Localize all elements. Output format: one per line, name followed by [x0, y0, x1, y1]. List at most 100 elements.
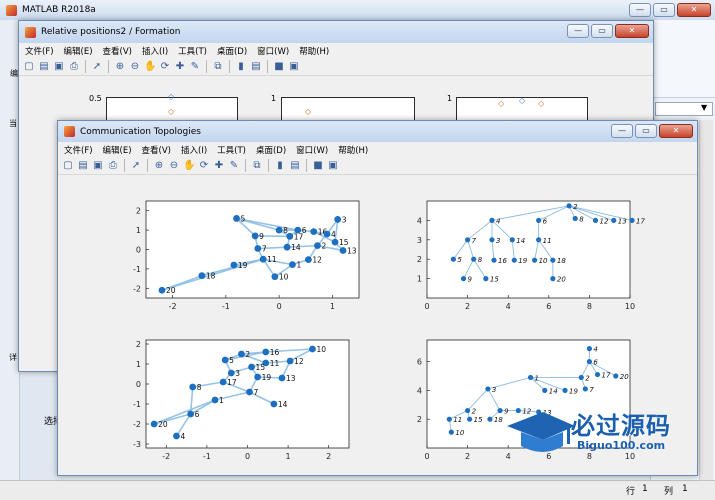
open-file-icon[interactable]: ▤ [77, 160, 89, 172]
comm-maximize-button[interactable]: ▭ [635, 124, 657, 138]
zoom-in-icon[interactable]: ⊕ [153, 160, 165, 172]
zoom-out-icon[interactable]: ⊖ [129, 61, 141, 73]
show-plot-tools-icon[interactable]: ▣ [288, 61, 300, 73]
node-label: 2 [573, 203, 578, 211]
print-icon[interactable]: ⎙ [68, 61, 80, 73]
menu-help[interactable]: 帮助(H) [299, 45, 329, 57]
x-tick-label: 0 [424, 452, 429, 461]
rotate-icon[interactable]: ⟳ [159, 61, 171, 73]
pan-icon[interactable]: ✋ [183, 160, 195, 172]
comm-close-button[interactable]: ✕ [659, 124, 693, 138]
legend-icon[interactable]: ▤ [289, 160, 301, 172]
pointer-icon[interactable]: ➚ [91, 61, 103, 73]
graph-node [509, 237, 515, 243]
toolstrip-area [651, 20, 715, 98]
link-plot-icon[interactable]: ⧉ [251, 160, 263, 172]
menu-edit[interactable]: 编辑(E) [103, 144, 132, 156]
menu-edit[interactable]: 编辑(E) [64, 45, 93, 57]
data-cursor-icon[interactable]: ✚ [174, 61, 186, 73]
close-button[interactable]: ✕ [677, 3, 711, 17]
graph-node [629, 217, 635, 223]
graph-node [550, 257, 556, 263]
hide-plot-tools-icon[interactable]: ■ [312, 160, 324, 172]
menu-tools[interactable]: 工具(T) [217, 144, 246, 156]
node-label: 3 [492, 386, 496, 394]
node-label: 19 [262, 373, 272, 382]
x-tick-label: 2 [465, 452, 470, 461]
formation-tick-1: 0.5 [89, 94, 102, 103]
y-tick-label: -3 [133, 440, 141, 449]
toolbar-separator [306, 159, 307, 172]
colorbar-icon[interactable]: ▮ [235, 61, 247, 73]
hide-plot-tools-icon[interactable]: ■ [273, 61, 285, 73]
brush-icon[interactable]: ✎ [189, 61, 201, 73]
menu-window[interactable]: 窗口(W) [296, 144, 328, 156]
minimize-button[interactable]: — [629, 3, 651, 17]
matlab-title: MATLAB R2018a [22, 5, 96, 15]
graph-node [331, 238, 339, 246]
menu-window[interactable]: 窗口(W) [257, 45, 289, 57]
show-plot-tools-icon[interactable]: ▣ [327, 160, 339, 172]
node-label: 15 [256, 363, 266, 372]
node-label: 18 [494, 416, 503, 424]
formation-menubar: 文件(F) 编辑(E) 查看(V) 插入(I) 工具(T) 桌面(D) 窗口(W… [19, 43, 653, 58]
side-label-2: 当 [9, 119, 17, 128]
formation-minimize-button[interactable]: — [567, 24, 589, 38]
y-tick-label: 1 [417, 275, 422, 284]
menu-view[interactable]: 查看(V) [142, 144, 171, 156]
menu-tools[interactable]: 工具(T) [178, 45, 207, 57]
dropdown-arrow-icon: ▼ [701, 103, 708, 112]
graph-node [262, 348, 270, 356]
maximize-button[interactable]: ▭ [653, 3, 675, 17]
node-label: 8 [283, 226, 288, 235]
graph-node [259, 255, 267, 263]
x-tick-label: 0 [245, 452, 250, 461]
legend-icon[interactable]: ▤ [250, 61, 262, 73]
node-label: 7 [262, 245, 267, 254]
menu-insert[interactable]: 插入(I) [142, 45, 168, 57]
print-icon[interactable]: ⎙ [107, 160, 119, 172]
node-label: 1 [296, 261, 301, 270]
x-tick-label: 1 [330, 302, 335, 311]
toolbar-separator [268, 159, 269, 172]
node-label: 2 [585, 374, 590, 382]
menu-view[interactable]: 查看(V) [103, 45, 132, 57]
formation-close-button[interactable]: ✕ [615, 24, 649, 38]
zoom-in-icon[interactable]: ⊕ [114, 61, 126, 73]
graph-node [536, 217, 542, 223]
data-cursor-icon[interactable]: ✚ [213, 160, 225, 172]
open-file-icon[interactable]: ▤ [38, 61, 50, 73]
link-plot-icon[interactable]: ⧉ [212, 61, 224, 73]
menu-desktop[interactable]: 桌面(D) [217, 45, 247, 57]
new-figure-icon[interactable]: ▢ [62, 160, 74, 172]
comm-minimize-button[interactable]: — [611, 124, 633, 138]
node-label: 13 [347, 246, 357, 255]
rotate-icon[interactable]: ⟳ [198, 160, 210, 172]
zoom-out-icon[interactable]: ⊖ [168, 160, 180, 172]
pointer-icon[interactable]: ➚ [130, 160, 142, 172]
formation-maximize-button[interactable]: ▭ [591, 24, 613, 38]
toolbar-separator [229, 60, 230, 73]
node-label: 11 [453, 416, 462, 424]
menu-help[interactable]: 帮助(H) [338, 144, 368, 156]
node-label: 17 [227, 378, 237, 387]
x-tick-label: 8 [587, 302, 592, 311]
marker-diamond-blue: ◇ [168, 92, 175, 101]
y-tick-label: 6 [417, 358, 422, 367]
graph-node [487, 416, 493, 422]
toolbar-separator [85, 60, 86, 73]
colorbar-icon[interactable]: ▮ [274, 160, 286, 172]
graph-node [173, 432, 180, 440]
save-icon[interactable]: ▣ [92, 160, 104, 172]
y-tick-label: 0 [136, 380, 141, 389]
menu-file[interactable]: 文件(F) [64, 144, 93, 156]
brush-icon[interactable]: ✎ [228, 160, 240, 172]
menu-desktop[interactable]: 桌面(D) [256, 144, 286, 156]
menu-file[interactable]: 文件(F) [25, 45, 54, 57]
new-figure-icon[interactable]: ▢ [23, 61, 35, 73]
y-tick-label: 2 [417, 415, 422, 424]
y-tick-label: 2 [136, 207, 141, 216]
pan-icon[interactable]: ✋ [144, 61, 156, 73]
save-icon[interactable]: ▣ [53, 61, 65, 73]
menu-insert[interactable]: 插入(I) [181, 144, 207, 156]
